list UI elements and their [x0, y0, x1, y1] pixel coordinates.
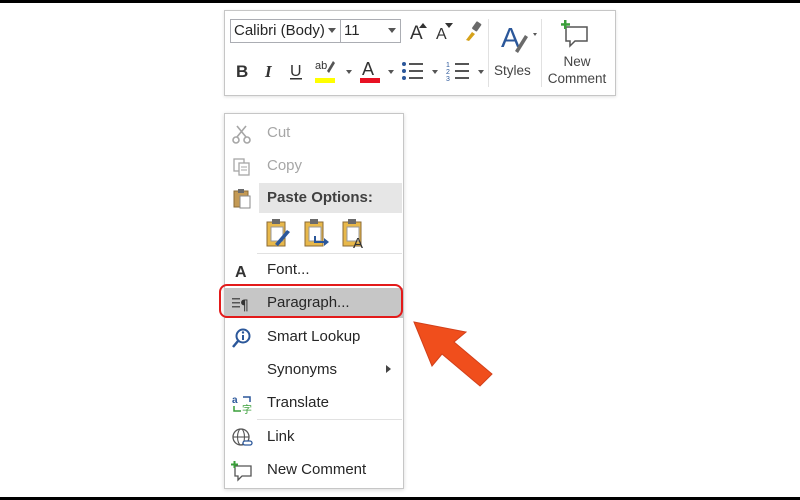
- styles-label: Styles: [494, 63, 531, 78]
- shrink-font-button[interactable]: A: [433, 19, 457, 43]
- font-label: Font...: [267, 261, 310, 278]
- paste-keep-formatting-button[interactable]: [265, 218, 293, 250]
- menu-item-cut[interactable]: Cut: [225, 118, 403, 148]
- paste-text-only-icon: A: [342, 219, 363, 252]
- chevron-down-icon[interactable]: [388, 28, 396, 33]
- toolbar-divider: [541, 19, 542, 87]
- top-border: [0, 0, 800, 3]
- new-comment-menu-label: New Comment: [267, 461, 367, 478]
- font-color-button[interactable]: A: [357, 57, 383, 85]
- synonyms-label: Synonyms: [267, 361, 338, 378]
- smart-lookup-label: Smart Lookup: [267, 328, 361, 345]
- font-size-combo[interactable]: 11: [341, 19, 401, 43]
- font-name-combo[interactable]: Calibri (Body): [230, 19, 341, 43]
- italic-button[interactable]: I: [258, 59, 280, 83]
- svg-text:A: A: [436, 26, 447, 42]
- svg-text:I: I: [264, 62, 273, 80]
- paste-options-label: Paste Options:: [267, 189, 373, 206]
- paste-text-only-button[interactable]: A: [341, 218, 369, 252]
- smart-lookup-icon: [232, 328, 251, 348]
- menu-item-copy[interactable]: Copy: [225, 151, 403, 181]
- new-comment-line1: New: [563, 54, 591, 69]
- svg-text:1: 1: [446, 62, 450, 69]
- menu-item-smart-lookup[interactable]: Smart Lookup: [225, 322, 403, 352]
- menu-item-font[interactable]: A Font...: [225, 255, 403, 285]
- copy-label: Copy: [267, 157, 303, 174]
- chevron-right-icon: [386, 365, 391, 373]
- svg-text:3: 3: [446, 76, 450, 83]
- highlight-outline: [219, 284, 403, 318]
- highlighter-icon: ab: [315, 60, 335, 83]
- svg-text:ab: ab: [315, 60, 327, 72]
- cut-label: Cut: [267, 124, 291, 141]
- translate-label: Translate: [267, 394, 329, 411]
- chevron-down-icon[interactable]: [388, 70, 394, 74]
- grow-font-button[interactable]: A: [407, 19, 431, 43]
- paste-keep-formatting-icon: [266, 219, 290, 247]
- format-painter-button[interactable]: [461, 19, 485, 43]
- styles-button[interactable]: A: [495, 17, 539, 57]
- bold-icon: B: [236, 62, 248, 80]
- underline-button[interactable]: U: [285, 59, 307, 83]
- svg-text:A: A: [353, 235, 363, 250]
- new-comment-icon: [231, 461, 252, 482]
- translate-icon: a 字: [232, 395, 252, 415]
- font-icon: A: [235, 264, 247, 281]
- numbering-button[interactable]: 1 2 3: [445, 59, 473, 83]
- underline-icon: U: [290, 63, 302, 80]
- new-comment-button[interactable]: [561, 19, 591, 49]
- menu-item-link[interactable]: Link: [225, 422, 403, 452]
- italic-icon: I: [264, 62, 273, 80]
- numbering-icon: 1 2 3: [446, 62, 469, 83]
- svg-text:B: B: [236, 62, 248, 80]
- chevron-down-icon[interactable]: [328, 28, 336, 33]
- copy-icon: [233, 158, 250, 176]
- paste-options-header: Paste Options:: [259, 183, 402, 213]
- paste-merge-formatting-icon: [304, 219, 329, 247]
- bullets-icon: [402, 62, 423, 80]
- svg-text:a: a: [232, 395, 238, 406]
- bold-button[interactable]: B: [231, 59, 253, 83]
- highlight-button[interactable]: ab: [313, 57, 339, 85]
- svg-text:U: U: [290, 63, 302, 80]
- font-name-value: Calibri (Body): [234, 22, 325, 39]
- chevron-down-icon[interactable]: [346, 70, 352, 74]
- paste-merge-formatting-button[interactable]: [303, 218, 331, 250]
- menu-item-synonyms[interactable]: Synonyms: [225, 355, 403, 385]
- bullets-button[interactable]: [399, 59, 427, 83]
- font-size-value: 11: [344, 22, 360, 39]
- menu-divider: [257, 253, 402, 254]
- svg-text:A: A: [362, 59, 374, 79]
- chevron-down-icon[interactable]: [432, 70, 438, 74]
- svg-text:字: 字: [242, 403, 252, 415]
- menu-item-new-comment[interactable]: New Comment: [225, 455, 403, 485]
- toolbar-divider: [488, 19, 489, 87]
- format-painter-icon: [466, 21, 482, 41]
- globe-link-icon: [232, 428, 253, 446]
- grow-font-icon: A: [410, 23, 427, 42]
- new-comment-icon: [561, 20, 588, 48]
- scissors-icon: [232, 125, 251, 144]
- chevron-down-icon[interactable]: [478, 70, 484, 74]
- font-color-icon: A: [360, 59, 380, 83]
- menu-divider: [257, 419, 402, 420]
- styles-icon: A: [501, 22, 537, 53]
- shrink-font-icon: A: [436, 23, 453, 42]
- pointer-arrow-icon: [413, 321, 493, 387]
- svg-text:A: A: [235, 264, 247, 281]
- menu-item-translate[interactable]: a 字 Translate: [225, 388, 403, 418]
- new-comment-label: New Comment: [543, 53, 611, 87]
- link-label: Link: [267, 428, 295, 445]
- new-comment-line2: Comment: [547, 71, 607, 86]
- svg-text:2: 2: [446, 69, 450, 76]
- clipboard-icon: [233, 189, 251, 209]
- mini-toolbar: Calibri (Body) 11 A A B I U ab A 1 2 3 A…: [224, 10, 616, 96]
